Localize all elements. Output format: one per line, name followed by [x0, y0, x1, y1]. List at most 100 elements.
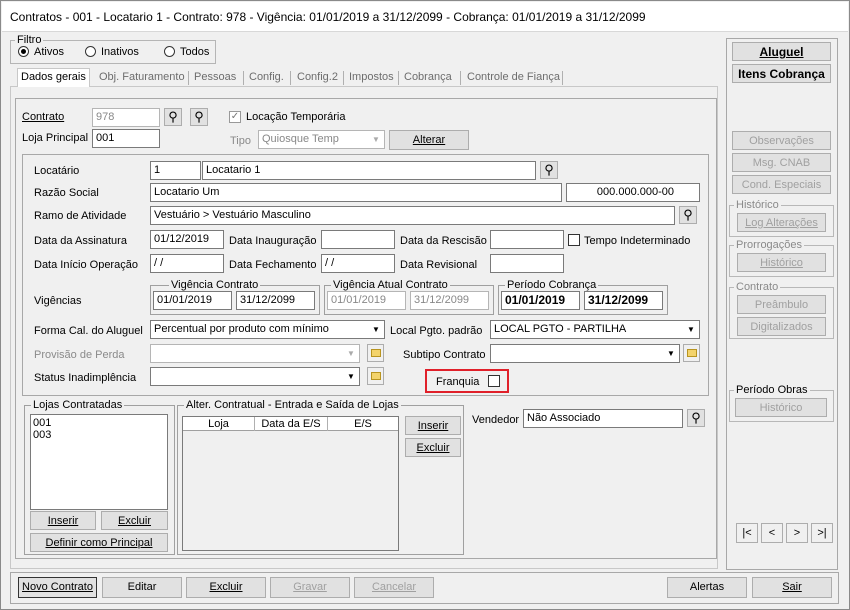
tab-pessoas[interactable]: Pessoas	[191, 69, 239, 87]
tab-config[interactable]: Config.	[246, 69, 287, 87]
preambulo-button[interactable]: Preâmbulo	[737, 295, 826, 314]
lojas-excluir-button[interactable]: Excluir	[101, 511, 168, 530]
subtipo-contrato-select[interactable]: ▼	[490, 344, 680, 363]
tipo-select[interactable]: Quiosque Temp ▼	[258, 130, 385, 149]
vigencia-contrato-fim-field[interactable]: 31/12/2099	[236, 291, 315, 310]
lojas-list[interactable]: 001 003	[30, 414, 168, 510]
contrato-field[interactable]: 978	[92, 108, 160, 127]
sair-button[interactable]: Sair	[752, 577, 832, 598]
filter-todos-radio[interactable]	[164, 46, 175, 57]
tempo-indeterminado-checkbox[interactable]	[568, 234, 580, 246]
data-assinatura-field[interactable]: 01/12/2019	[150, 230, 224, 249]
novo-contrato-label: Novo Contrato	[22, 581, 93, 593]
locacao-temporaria-checkbox[interactable]: ✓	[229, 111, 241, 123]
periodo-cobranca-inicio-field[interactable]: 01/01/2019	[501, 291, 580, 310]
cnpj-field[interactable]: 000.000.000-00	[566, 183, 700, 202]
forma-cal-aluguel-label: Forma Cal. do Aluguel	[34, 325, 143, 337]
franquia-checkbox[interactable]	[488, 375, 500, 387]
ramo-atividade-field[interactable]: Vestuário > Vestuário Masculino	[150, 206, 675, 225]
log-alteracoes-label: Log Alterações	[745, 217, 818, 229]
tab-controle-fianca[interactable]: Controle de Fiança	[464, 69, 563, 87]
contracts-window: Contratos - 001 - Locatario 1 - Contrato…	[0, 0, 850, 610]
tab-dados-gerais[interactable]: Dados gerais	[17, 68, 90, 87]
column-header-data-es[interactable]: Data da E/S	[255, 417, 328, 431]
log-alteracoes-button[interactable]: Log Alterações	[737, 213, 826, 232]
list-item[interactable]: 001	[33, 417, 165, 429]
tab-cobranca[interactable]: Cobrança	[401, 69, 455, 87]
filter-ativos-radio[interactable]	[18, 46, 29, 57]
subtipo-contrato-label: Subtipo Contrato	[403, 349, 486, 361]
data-fechamento-label: Data Fechamento	[229, 259, 317, 271]
alertas-button[interactable]: Alertas	[667, 577, 747, 598]
data-rescisao-field[interactable]	[490, 230, 564, 249]
column-header-loja[interactable]: Loja	[183, 417, 255, 431]
novo-contrato-button[interactable]: Novo Contrato	[18, 577, 97, 598]
chevron-down-icon: ▼	[372, 135, 380, 144]
vendedor-search-binoculars-icon[interactable]: ⚲	[687, 409, 705, 427]
loja-principal-field[interactable]: 001	[92, 129, 160, 148]
forma-cal-aluguel-select[interactable]: Percentual por produto com mínimo ▼	[150, 320, 385, 339]
tab-obj-faturamento[interactable]: Obj. Faturamento	[96, 69, 188, 87]
excluir-label: Excluir	[209, 581, 243, 593]
nav-next-button[interactable]: >	[786, 523, 808, 543]
vigencia-atual-inicio-field[interactable]: 01/01/2019	[327, 291, 406, 310]
data-inauguracao-field[interactable]	[321, 230, 395, 249]
subtipo-folder-icon[interactable]	[683, 344, 700, 362]
filter-inativos-label[interactable]: Inativos	[101, 45, 139, 59]
periodo-obras-historico-button[interactable]: Histórico	[735, 398, 827, 417]
data-fechamento-field[interactable]: / /	[321, 254, 395, 273]
locatario-code-field[interactable]: 1	[150, 161, 201, 180]
chevron-down-icon: ▼	[347, 372, 355, 381]
filter-ativos-label[interactable]: Ativos	[34, 45, 64, 59]
nav-prev-button[interactable]: <	[761, 523, 783, 543]
locatario-name-field[interactable]: Locatario 1	[202, 161, 536, 180]
local-pgto-select[interactable]: LOCAL PGTO - PARTILHA ▼	[490, 320, 700, 339]
nav-last-button[interactable]: >|	[811, 523, 833, 543]
locacao-temporaria-label: Locação Temporária	[246, 111, 346, 123]
msg-cnab-label: Msg. CNAB	[752, 157, 811, 169]
razao-social-field[interactable]: Locatario Um	[150, 183, 562, 202]
vendedor-field[interactable]: Não Associado	[523, 409, 683, 428]
ramo-search-binoculars-icon[interactable]: ⚲	[679, 206, 697, 224]
locatario-search-binoculars-icon[interactable]: ⚲	[540, 161, 558, 179]
periodo-cobranca-fim-field[interactable]: 31/12/2099	[584, 291, 663, 310]
data-inauguracao-label: Data Inauguração	[229, 235, 317, 247]
provisao-folder-icon[interactable]	[367, 344, 384, 362]
alterar-button[interactable]: Alterar	[389, 130, 469, 150]
column-header-es[interactable]: E/S	[328, 417, 398, 431]
provisao-perda-select[interactable]: ▼	[150, 344, 360, 363]
prorrogacoes-historico-button[interactable]: Histórico	[737, 253, 826, 272]
editar-button[interactable]: Editar	[102, 577, 182, 598]
cond-especiais-button[interactable]: Cond. Especiais	[732, 175, 831, 194]
definir-principal-button[interactable]: Definir como Principal	[30, 533, 168, 552]
aluguel-button[interactable]: Aluguel	[732, 42, 831, 61]
gravar-button[interactable]: Gravar	[270, 577, 350, 598]
alter-inserir-button[interactable]: Inserir	[405, 416, 461, 435]
status-inadimplencia-select[interactable]: ▼	[150, 367, 360, 386]
alter-contratual-table[interactable]: Loja Data da E/S E/S	[182, 416, 399, 551]
contrato-search-binoculars-icon[interactable]: ⚲	[164, 108, 182, 126]
msg-cnab-button[interactable]: Msg. CNAB	[732, 153, 831, 172]
observacoes-button[interactable]: Observações	[732, 131, 831, 150]
lojas-inserir-button[interactable]: Inserir	[30, 511, 96, 530]
filter-todos-label[interactable]: Todos	[180, 45, 209, 59]
filter-inativos-radio[interactable]	[85, 46, 96, 57]
tab-impostos[interactable]: Impostos	[346, 69, 397, 87]
digitalizados-button[interactable]: Digitalizados	[737, 317, 826, 336]
list-item[interactable]: 003	[33, 429, 165, 441]
tab-config2[interactable]: Config.2	[294, 69, 341, 87]
status-folder-icon[interactable]	[367, 367, 384, 385]
tab-config2-label: Config.2	[297, 71, 338, 83]
vigencia-atual-fim-field[interactable]: 31/12/2099	[410, 291, 489, 310]
tab-controle-fianca-label: Controle de Fiança	[467, 71, 560, 83]
alter-excluir-button[interactable]: Excluir	[405, 438, 461, 457]
cancelar-button[interactable]: Cancelar	[354, 577, 434, 598]
vigencia-contrato-inicio-field[interactable]: 01/01/2019	[153, 291, 232, 310]
nav-first-button[interactable]: |<	[736, 523, 758, 543]
data-revisional-field[interactable]	[490, 254, 564, 273]
data-inicio-operacao-field[interactable]: / /	[150, 254, 224, 273]
preambulo-label: Preâmbulo	[754, 299, 809, 311]
excluir-button[interactable]: Excluir	[186, 577, 266, 598]
itens-cobranca-button[interactable]: Itens Cobrança	[732, 64, 831, 83]
contrato-search2-binoculars-icon[interactable]: ⚲	[190, 108, 208, 126]
